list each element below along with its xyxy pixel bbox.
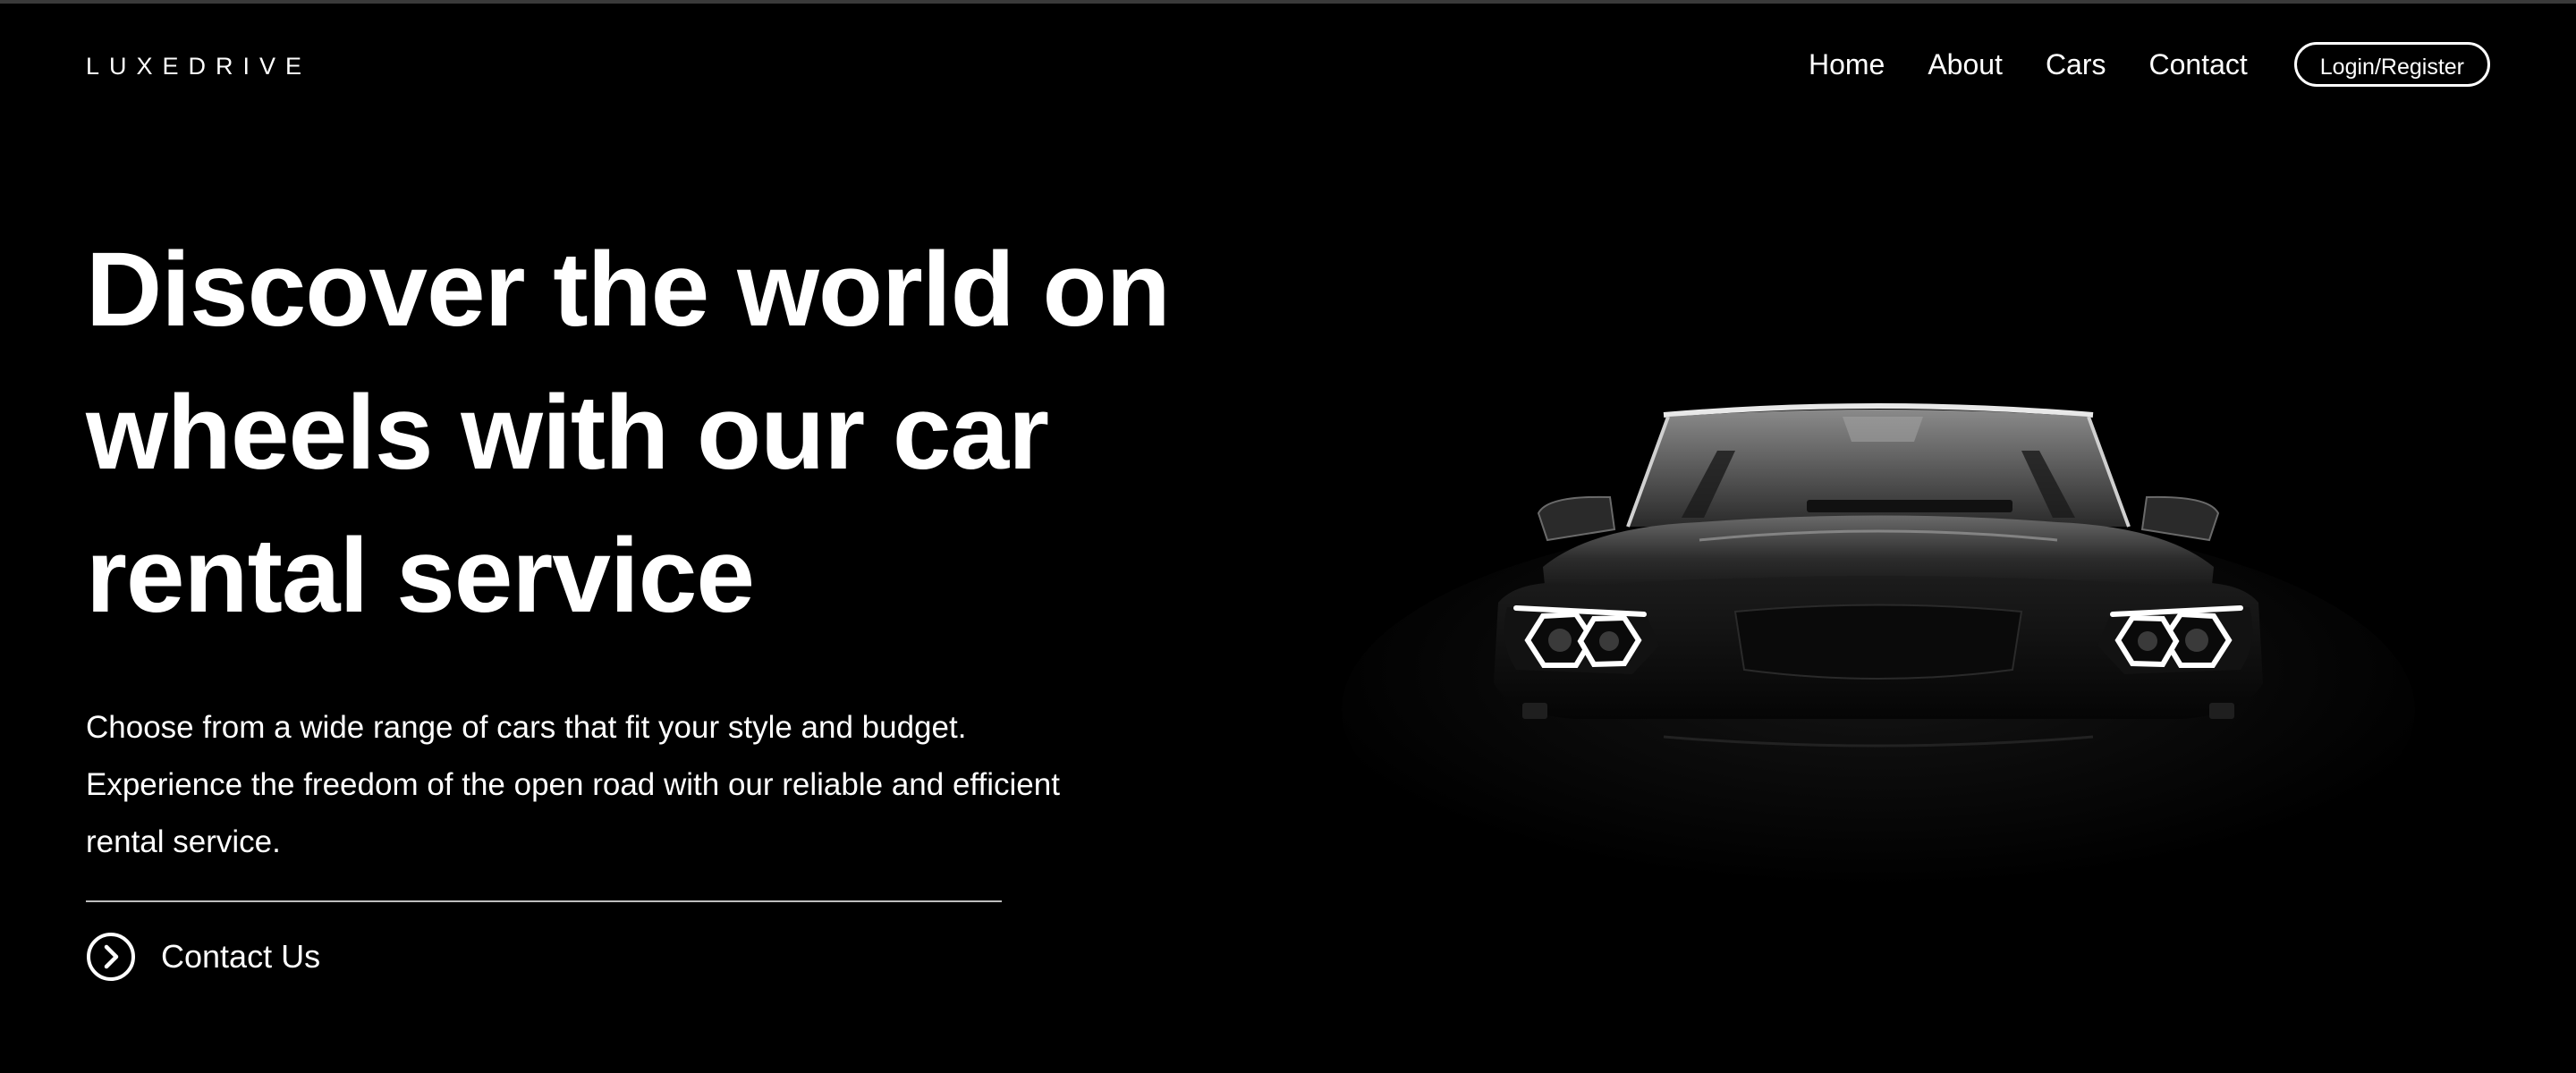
car-image [1342,403,2415,907]
nav-home-link[interactable]: Home [1809,39,1885,89]
hero-divider [86,900,1002,902]
nav-about-link[interactable]: About [1928,39,2003,89]
page: LUXEDRIVE Home About Cars Contact Login/… [0,0,2576,1073]
logo[interactable]: LUXEDRIVE [86,50,311,82]
main-nav: Home About Cars Contact Login/Register [1809,39,2490,89]
hero-headline: Discover the world on wheels with our ca… [86,231,1171,635]
contact-us-label: Contact Us [161,938,321,975]
nav-cars-link[interactable]: Cars [2046,39,2106,89]
contact-us-button[interactable]: Contact Us [86,932,320,982]
nav-contact-link[interactable]: Contact [2149,39,2248,89]
chevron-right-circle-icon [87,933,135,981]
login-register-button[interactable]: Login/Register [2293,42,2490,87]
hero-description: Choose from a wide range of cars that fi… [86,710,1060,859]
